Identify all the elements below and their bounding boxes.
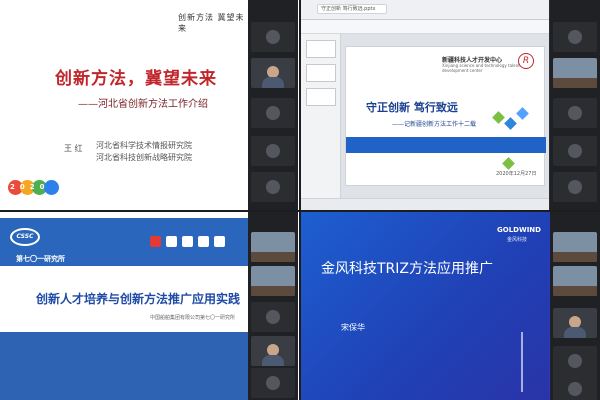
participant-tile[interactable] xyxy=(251,98,295,128)
company-name: 中国船舶集团有限公司第七〇一研究所 xyxy=(150,315,236,321)
participant-tile[interactable] xyxy=(251,22,295,52)
slide-thumbnail[interactable] xyxy=(306,40,336,58)
presentation-app-window: 守正创新 笃行致远.pptx 新疆科技人才开发中心 Xinjiang scien… xyxy=(301,0,549,210)
participant-tile[interactable] xyxy=(251,368,295,398)
logo-2020-icon: 2020 xyxy=(8,178,68,200)
slide-title: 金风科技TRIZ方法应用推广 xyxy=(321,261,493,277)
slide-title: 守正创新 笃行致远 xyxy=(366,101,458,114)
participant-strip-tl xyxy=(248,0,298,210)
participant-tile[interactable] xyxy=(251,136,295,166)
slide-thumbnail[interactable] xyxy=(306,64,336,82)
presenter-org-2: 河北省科技创新战略研究院 xyxy=(96,153,192,162)
app-toolbar: 守正创新 笃行致远.pptx xyxy=(301,0,549,20)
app-ribbon[interactable] xyxy=(301,20,549,34)
slide-banner: CSSC 第七〇一研究所 xyxy=(0,218,248,266)
cssc-logo-icon: CSSC xyxy=(10,228,40,246)
app-statusbar xyxy=(301,198,549,210)
participant-tile[interactable] xyxy=(251,336,295,366)
org-logo-icon: R xyxy=(518,53,534,69)
participant-tile[interactable] xyxy=(553,266,597,296)
participant-tile[interactable] xyxy=(251,58,295,88)
participant-tile[interactable] xyxy=(553,58,597,88)
logo-2020-text: 2020 xyxy=(10,183,50,191)
document-tab[interactable]: 守正创新 笃行致远.pptx xyxy=(317,4,387,14)
shared-screen-cssc[interactable]: CSSC 第七〇一研究所 创新人才培养与创新方法推广应用实践 中国船舶集团有限公… xyxy=(0,212,299,400)
app-icon[interactable] xyxy=(182,236,193,247)
participant-strip-tr xyxy=(550,0,600,210)
participant-tile[interactable] xyxy=(553,172,597,202)
participant-tile[interactable] xyxy=(251,266,295,296)
slide-header-label: 创新方法 冀望未来 xyxy=(178,13,245,33)
video-conference-grid: 创新方法 冀望未来 创新方法，冀望未来 ——河北省创新方法工作介绍 王 红 河北… xyxy=(0,0,600,400)
slide-band xyxy=(346,137,546,153)
wind-turbine-icon xyxy=(521,332,523,392)
presenter-name: 王 红 xyxy=(64,144,83,153)
participant-tile[interactable] xyxy=(553,232,597,262)
shared-screen-hebei[interactable]: 创新方法 冀望未来 创新方法，冀望未来 ——河北省创新方法工作介绍 王 红 河北… xyxy=(0,0,299,210)
participant-tile[interactable] xyxy=(553,136,597,166)
participant-strip-br xyxy=(550,212,600,400)
participant-tile[interactable] xyxy=(251,172,295,202)
participant-tile[interactable] xyxy=(553,22,597,52)
slide-hebei: 创新方法 冀望未来 创新方法，冀望未来 ——河北省创新方法工作介绍 王 红 河北… xyxy=(0,0,245,210)
institute-name: 第七〇一研究所 xyxy=(16,255,65,263)
participant-tile[interactable] xyxy=(553,346,597,376)
goldwind-logo: GOLDWIND xyxy=(497,226,541,234)
slide-title: 创新方法，冀望未来 xyxy=(55,69,217,89)
participant-tile[interactable] xyxy=(553,308,597,338)
slide-title: 创新人才培养与创新方法推广应用实践 xyxy=(36,292,241,306)
slide-subtitle: ——记新疆创新方法工作十二载 xyxy=(392,121,477,128)
slide-bottom-band xyxy=(0,332,248,400)
slide-goldwind: GOLDWIND 金风科技 金风科技TRIZ方法应用推广 宋保华 xyxy=(301,212,549,400)
slide-thumbnails-panel[interactable] xyxy=(301,34,341,210)
app-icon[interactable] xyxy=(166,236,177,247)
app-icon[interactable] xyxy=(198,236,209,247)
slide-xinjiang: 新疆科技人才开发中心 Xinjiang science and technolo… xyxy=(345,46,546,186)
participant-tile[interactable] xyxy=(251,302,295,332)
participant-strip-bl xyxy=(248,212,298,400)
slide-subtitle: ——河北省创新方法工作介绍 xyxy=(78,99,208,110)
presenter-org-1: 河北省科学技术情报研究院 xyxy=(96,141,192,150)
slide-cssc: CSSC 第七〇一研究所 创新人才培养与创新方法推广应用实践 中国船舶集团有限公… xyxy=(0,212,248,400)
slide-date: 2020年12月27日 xyxy=(496,171,537,177)
shared-screen-xinjiang[interactable]: 守正创新 笃行致远.pptx 新疆科技人才开发中心 Xinjiang scien… xyxy=(301,0,600,210)
participant-tile[interactable] xyxy=(553,98,597,128)
participant-tile[interactable] xyxy=(553,374,597,400)
participant-tile[interactable] xyxy=(251,232,295,262)
app-icon[interactable] xyxy=(150,236,161,247)
presenter-name: 宋保华 xyxy=(341,323,365,332)
app-icon[interactable] xyxy=(214,236,225,247)
shared-screen-goldwind[interactable]: GOLDWIND 金风科技 金风科技TRIZ方法应用推广 宋保华 xyxy=(301,212,600,400)
slide-thumbnail[interactable] xyxy=(306,88,336,106)
goldwind-logo-cn: 金风科技 xyxy=(507,237,528,243)
